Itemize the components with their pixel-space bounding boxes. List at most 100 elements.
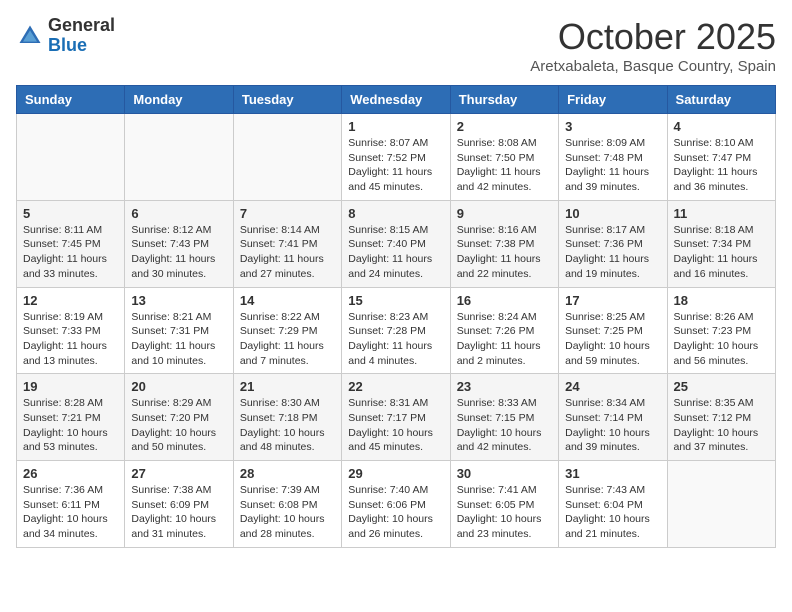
day-number: 4 (674, 119, 769, 134)
calendar-cell: 26 Sunrise: 7:36 AMSunset: 6:11 PMDayligh… (17, 461, 125, 548)
calendar-cell (667, 461, 775, 548)
day-info: Sunrise: 8:31 AMSunset: 7:17 PMDaylight:… (348, 396, 443, 455)
day-of-week-header: Sunday (17, 86, 125, 114)
calendar-week-row: 12 Sunrise: 8:19 AMSunset: 7:33 PMDayligh… (17, 287, 776, 374)
day-number: 14 (240, 293, 335, 308)
day-number: 20 (131, 379, 226, 394)
day-info: Sunrise: 8:17 AMSunset: 7:36 PMDaylight:… (565, 223, 660, 282)
day-number: 1 (348, 119, 443, 134)
day-number: 3 (565, 119, 660, 134)
day-of-week-header: Friday (559, 86, 667, 114)
calendar-cell: 15 Sunrise: 8:23 AMSunset: 7:28 PMDayligh… (342, 287, 450, 374)
day-info: Sunrise: 8:21 AMSunset: 7:31 PMDaylight:… (131, 310, 226, 369)
day-number: 2 (457, 119, 552, 134)
day-number: 5 (23, 206, 118, 221)
day-info: Sunrise: 8:19 AMSunset: 7:33 PMDaylight:… (23, 310, 118, 369)
calendar-cell: 25Sunrise: 8:35 AMSunset: 7:12 PMDayligh… (667, 374, 775, 461)
calendar-cell: 13Sunrise: 8:21 AMSunset: 7:31 PMDayligh… (125, 287, 233, 374)
calendar-cell: 10 Sunrise: 8:17 AMSunset: 7:36 PMDayligh… (559, 200, 667, 287)
day-info: Sunrise: 8:34 AMSunset: 7:14 PMDaylight:… (565, 396, 660, 455)
day-number: 21 (240, 379, 335, 394)
calendar-cell: 7Sunrise: 8:14 AMSunset: 7:41 PMDaylight… (233, 200, 341, 287)
day-info: Sunrise: 8:26 AMSunset: 7:23 PMDaylight:… (674, 310, 769, 369)
calendar-cell: 22 Sunrise: 8:31 AMSunset: 7:17 PMDayligh… (342, 374, 450, 461)
day-number: 29 (348, 466, 443, 481)
day-of-week-header: Tuesday (233, 86, 341, 114)
calendar-cell: 2 Sunrise: 8:08 AMSunset: 7:50 PMDaylight… (450, 114, 558, 201)
calendar-cell: 4 Sunrise: 8:10 AMSunset: 7:47 PMDaylight… (667, 114, 775, 201)
day-of-week-header: Saturday (667, 86, 775, 114)
day-number: 19 (23, 379, 118, 394)
day-number: 24 (565, 379, 660, 394)
calendar-week-row: 19Sunrise: 8:28 AMSunset: 7:21 PMDayligh… (17, 374, 776, 461)
calendar-cell: 28Sunrise: 7:39 AMSunset: 6:08 PMDayligh… (233, 461, 341, 548)
calendar-cell: 24 Sunrise: 8:34 AMSunset: 7:14 PMDayligh… (559, 374, 667, 461)
day-info: Sunrise: 8:09 AMSunset: 7:48 PMDaylight:… (565, 136, 660, 195)
day-number: 6 (131, 206, 226, 221)
day-info: Sunrise: 8:12 AMSunset: 7:43 PMDaylight:… (131, 223, 226, 282)
calendar-cell: 6 Sunrise: 8:12 AMSunset: 7:43 PMDaylight… (125, 200, 233, 287)
day-of-week-header: Thursday (450, 86, 558, 114)
day-info: Sunrise: 8:22 AMSunset: 7:29 PMDaylight:… (240, 310, 335, 369)
day-info: Sunrise: 8:10 AMSunset: 7:47 PMDaylight:… (674, 136, 769, 195)
calendar-cell: 31 Sunrise: 7:43 AMSunset: 6:04 PMDayligh… (559, 461, 667, 548)
day-info: Sunrise: 8:15 AMSunset: 7:40 PMDaylight:… (348, 223, 443, 282)
day-info: Sunrise: 8:16 AMSunset: 7:38 PMDaylight:… (457, 223, 552, 282)
logo-icon (16, 22, 44, 50)
calendar-cell: 20 Sunrise: 8:29 AMSunset: 7:20 PMDayligh… (125, 374, 233, 461)
calendar-cell: 17Sunrise: 8:25 AMSunset: 7:25 PMDayligh… (559, 287, 667, 374)
day-info: Sunrise: 7:36 AMSunset: 6:11 PMDaylight:… (23, 483, 118, 542)
calendar-week-row: 5 Sunrise: 8:11 AMSunset: 7:45 PMDaylight… (17, 200, 776, 287)
day-number: 18 (674, 293, 769, 308)
calendar-cell: 27 Sunrise: 7:38 AMSunset: 6:09 PMDayligh… (125, 461, 233, 548)
calendar-cell: 14 Sunrise: 8:22 AMSunset: 7:29 PMDayligh… (233, 287, 341, 374)
day-number: 16 (457, 293, 552, 308)
day-info: Sunrise: 8:14 AMSunset: 7:41 PMDaylight:… (240, 223, 335, 282)
day-info: Sunrise: 8:25 AMSunset: 7:25 PMDaylight:… (565, 310, 660, 369)
day-number: 22 (348, 379, 443, 394)
day-info: Sunrise: 7:40 AMSunset: 6:06 PMDaylight:… (348, 483, 443, 542)
day-number: 12 (23, 293, 118, 308)
day-number: 30 (457, 466, 552, 481)
calendar-cell: 8Sunrise: 8:15 AMSunset: 7:40 PMDaylight… (342, 200, 450, 287)
calendar-cell (17, 114, 125, 201)
day-info: Sunrise: 8:24 AMSunset: 7:26 PMDaylight:… (457, 310, 552, 369)
day-info: Sunrise: 8:08 AMSunset: 7:50 PMDaylight:… (457, 136, 552, 195)
calendar-cell: 23Sunrise: 8:33 AMSunset: 7:15 PMDayligh… (450, 374, 558, 461)
day-info: Sunrise: 7:43 AMSunset: 6:04 PMDaylight:… (565, 483, 660, 542)
day-info: Sunrise: 7:38 AMSunset: 6:09 PMDaylight:… (131, 483, 226, 542)
calendar-cell: 12 Sunrise: 8:19 AMSunset: 7:33 PMDayligh… (17, 287, 125, 374)
day-number: 31 (565, 466, 660, 481)
calendar-cell: 3 Sunrise: 8:09 AMSunset: 7:48 PMDaylight… (559, 114, 667, 201)
logo-text: General Blue (48, 16, 115, 56)
day-number: 10 (565, 206, 660, 221)
day-info: Sunrise: 7:39 AMSunset: 6:08 PMDaylight:… (240, 483, 335, 542)
day-number: 26 (23, 466, 118, 481)
day-info: Sunrise: 8:23 AMSunset: 7:28 PMDaylight:… (348, 310, 443, 369)
day-info: Sunrise: 8:33 AMSunset: 7:15 PMDaylight:… (457, 396, 552, 455)
calendar-cell: 16 Sunrise: 8:24 AMSunset: 7:26 PMDayligh… (450, 287, 558, 374)
calendar-table: SundayMondayTuesdayWednesdayThursdayFrid… (16, 85, 776, 548)
calendar-cell: 21 Sunrise: 8:30 AMSunset: 7:18 PMDayligh… (233, 374, 341, 461)
calendar-header-row: SundayMondayTuesdayWednesdayThursdayFrid… (17, 86, 776, 114)
calendar-cell (233, 114, 341, 201)
day-number: 9 (457, 206, 552, 221)
day-number: 11 (674, 206, 769, 221)
day-number: 27 (131, 466, 226, 481)
calendar-cell: 19Sunrise: 8:28 AMSunset: 7:21 PMDayligh… (17, 374, 125, 461)
calendar-cell: 9 Sunrise: 8:16 AMSunset: 7:38 PMDaylight… (450, 200, 558, 287)
calendar-cell (125, 114, 233, 201)
calendar-cell: 5 Sunrise: 8:11 AMSunset: 7:45 PMDaylight… (17, 200, 125, 287)
calendar-cell: 29 Sunrise: 7:40 AMSunset: 6:06 PMDayligh… (342, 461, 450, 548)
day-number: 15 (348, 293, 443, 308)
calendar-cell: 11Sunrise: 8:18 AMSunset: 7:34 PMDayligh… (667, 200, 775, 287)
title-area: October 2025 Aretxabaleta, Basque Countr… (530, 16, 776, 75)
day-info: Sunrise: 8:07 AMSunset: 7:52 PMDaylight:… (348, 136, 443, 195)
day-info: Sunrise: 8:11 AMSunset: 7:45 PMDaylight:… (23, 223, 118, 282)
location: Aretxabaleta, Basque Country, Spain (530, 58, 776, 75)
logo: General Blue (16, 16, 115, 56)
day-info: Sunrise: 8:29 AMSunset: 7:20 PMDaylight:… (131, 396, 226, 455)
month-title: October 2025 (530, 16, 776, 58)
calendar-cell: 18 Sunrise: 8:26 AMSunset: 7:23 PMDayligh… (667, 287, 775, 374)
day-info: Sunrise: 8:30 AMSunset: 7:18 PMDaylight:… (240, 396, 335, 455)
